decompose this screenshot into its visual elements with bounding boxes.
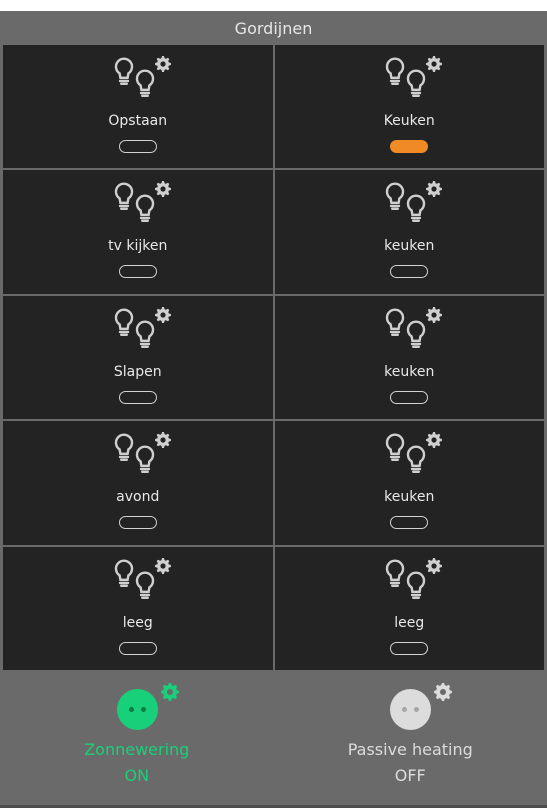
scene-grid: Opstaan Keuken tv kijken keuken Slapen k…	[3, 45, 544, 670]
light-bulbs-icon	[114, 432, 171, 474]
scene-label: avond	[116, 489, 160, 506]
outlet-hole	[414, 707, 420, 712]
power-outlet-icon[interactable]	[390, 689, 432, 730]
gear-icon[interactable]	[433, 682, 453, 702]
scene-label: leeg	[122, 614, 153, 631]
light-bulbs-icon	[386, 432, 443, 474]
scene-toggle[interactable]	[118, 140, 157, 153]
light-bulbs-icon	[114, 56, 171, 97]
scene-toggle[interactable]	[118, 390, 157, 404]
page-title: Gordijnen	[0, 11, 547, 45]
scene-tile[interactable]: Keuken	[274, 45, 544, 169]
scene-toggle[interactable]	[390, 140, 429, 153]
scene-tile[interactable]: keuken	[274, 170, 544, 294]
scene-tile[interactable]: keuken	[274, 421, 544, 545]
light-bulbs-icon	[114, 181, 171, 223]
scene-toggle[interactable]	[118, 641, 157, 655]
scene-toggle[interactable]	[118, 516, 157, 530]
light-bulbs-icon	[386, 56, 443, 97]
scene-toggle[interactable]	[390, 516, 429, 530]
gear-icon[interactable]	[160, 682, 180, 702]
light-bulbs-icon	[386, 306, 443, 348]
device-icon-wrap	[102, 682, 179, 730]
device-bar: Zonnewering ON Passive heating OFF	[0, 670, 547, 808]
scene-tile[interactable]: leeg	[3, 546, 273, 670]
scene-toggle[interactable]	[390, 641, 429, 655]
scene-tile[interactable]: keuken	[274, 295, 544, 420]
light-bulbs-icon	[114, 557, 171, 599]
scene-label: keuken	[384, 238, 435, 255]
device-icon-wrap	[375, 682, 453, 730]
scene-tile[interactable]: avond	[3, 421, 273, 545]
top-strip	[0, 0, 547, 11]
scene-label: keuken	[384, 489, 435, 506]
device-name: Zonnewering	[84, 740, 190, 759]
outlet-hole	[128, 707, 134, 712]
device-state: ON	[124, 766, 150, 785]
scene-tile[interactable]: leeg	[274, 546, 544, 670]
device-passive-heating[interactable]: Passive heating OFF	[274, 670, 547, 808]
scene-label: Opstaan	[108, 113, 168, 129]
scene-toggle[interactable]	[390, 265, 429, 279]
light-bulbs-icon	[386, 557, 443, 599]
device-zonnewering[interactable]: Zonnewering ON	[0, 670, 274, 808]
scene-toggle[interactable]	[390, 390, 429, 404]
device-state: OFF	[394, 766, 426, 785]
scene-tile[interactable]: Opstaan	[3, 45, 273, 169]
light-bulbs-icon	[114, 306, 171, 348]
power-outlet-icon[interactable]	[116, 689, 158, 730]
scene-tile[interactable]: tv kijken	[3, 170, 273, 294]
light-bulbs-icon	[386, 181, 443, 223]
scene-tile[interactable]: Slapen	[3, 295, 273, 420]
scene-toggle[interactable]	[118, 265, 157, 279]
device-name: Passive heating	[347, 740, 473, 759]
outlet-hole	[402, 707, 408, 712]
scene-label: keuken	[384, 363, 435, 380]
outlet-hole	[140, 707, 146, 712]
scene-label: Keuken	[383, 113, 435, 129]
scene-label: tv kijken	[108, 238, 168, 255]
scene-label: Slapen	[113, 363, 162, 380]
page-title-text: Gordijnen	[234, 18, 313, 38]
scene-label: leeg	[394, 614, 425, 631]
